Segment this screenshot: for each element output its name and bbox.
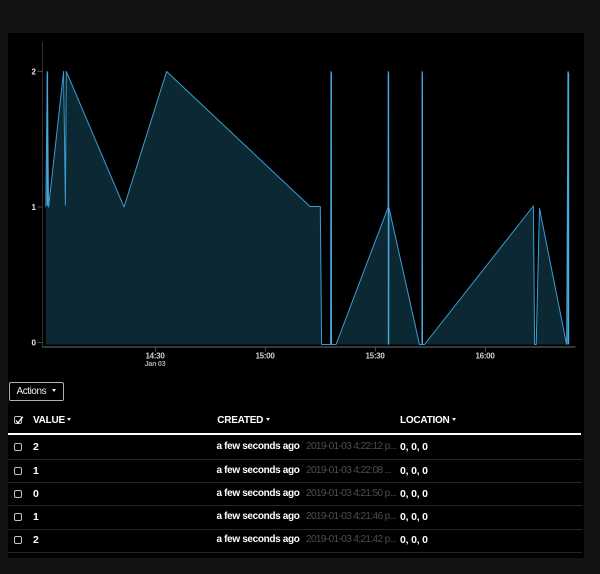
svg-text:2: 2 (32, 67, 37, 76)
svg-text:16:00: 16:00 (476, 352, 496, 361)
svg-text:0: 0 (32, 338, 37, 347)
svg-text:15:30: 15:30 (366, 352, 386, 361)
svg-text:15:00: 15:00 (256, 352, 276, 361)
svg-text:Jan 03: Jan 03 (145, 359, 166, 368)
svg-text:1: 1 (32, 203, 37, 212)
